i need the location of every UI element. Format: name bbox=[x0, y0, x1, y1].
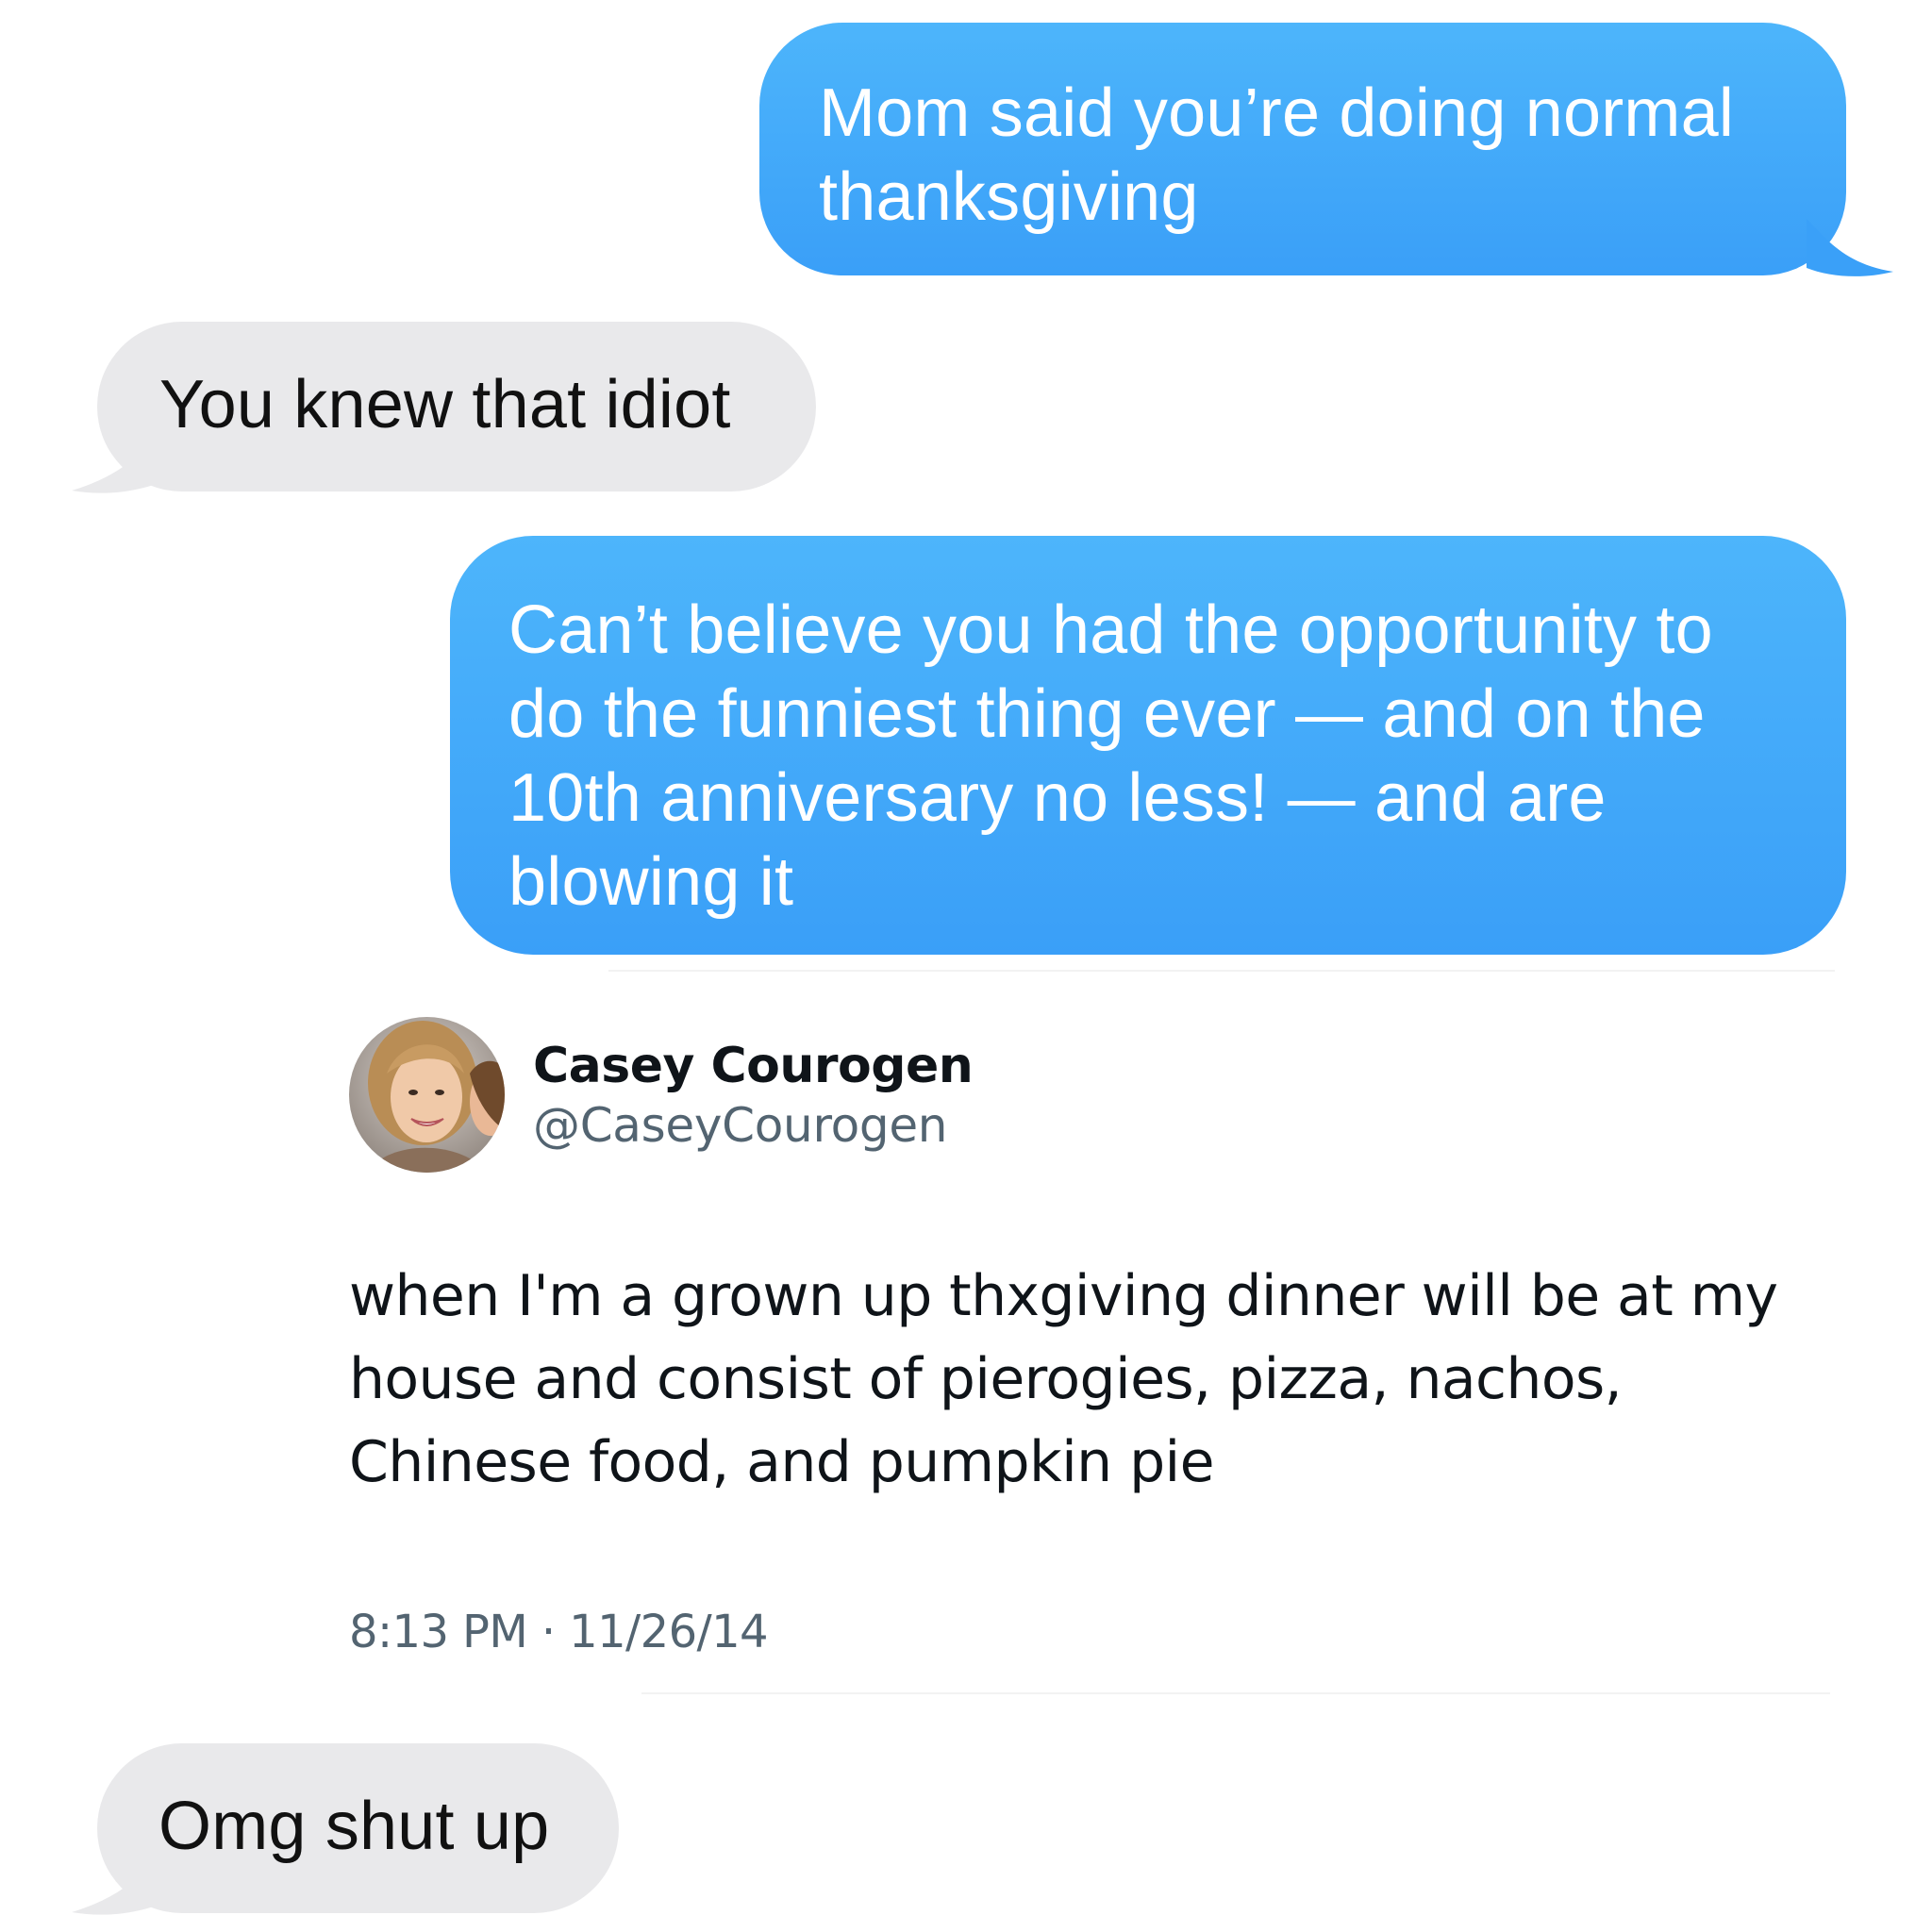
tweet-timestamp[interactable]: 8:13 PM · 11/26/14 bbox=[349, 1606, 769, 1658]
tweet-card-bottom-edge bbox=[641, 1692, 1830, 1694]
tweet-author-name[interactable]: Casey Courogen bbox=[533, 1038, 974, 1094]
message-text: Omg shut up bbox=[158, 1789, 550, 1864]
received-bubble-tail bbox=[72, 439, 157, 493]
profile-photo-avatar[interactable] bbox=[349, 1017, 505, 1173]
sent-message-bubble[interactable]: Mom said you’re doing normal thanksgivin… bbox=[759, 23, 1846, 275]
received-bubble-tail bbox=[72, 1860, 157, 1915]
sent-message-bubble[interactable]: Can’t believe you had the opportunity to… bbox=[450, 536, 1846, 955]
avatar-image bbox=[349, 1017, 505, 1173]
message-text: Can’t believe you had the opportunity to… bbox=[508, 592, 1713, 920]
message-text: You knew that idiot bbox=[159, 367, 731, 442]
tweet-body-text: when I'm a grown up thxgiving dinner wil… bbox=[349, 1263, 1778, 1495]
embedded-tweet-card[interactable]: Casey Courogen @CaseyCourogen when I'm a… bbox=[321, 970, 1868, 1698]
tweet-card-top-edge bbox=[608, 970, 1835, 972]
tweet-author-handle[interactable]: @CaseyCourogen bbox=[533, 1098, 947, 1153]
received-message-bubble[interactable]: You knew that idiot bbox=[97, 322, 816, 491]
message-text: Mom said you’re doing normal thanksgivin… bbox=[819, 75, 1735, 235]
sent-bubble-tail bbox=[1807, 219, 1893, 276]
received-message-bubble[interactable]: Omg shut up bbox=[97, 1743, 619, 1913]
